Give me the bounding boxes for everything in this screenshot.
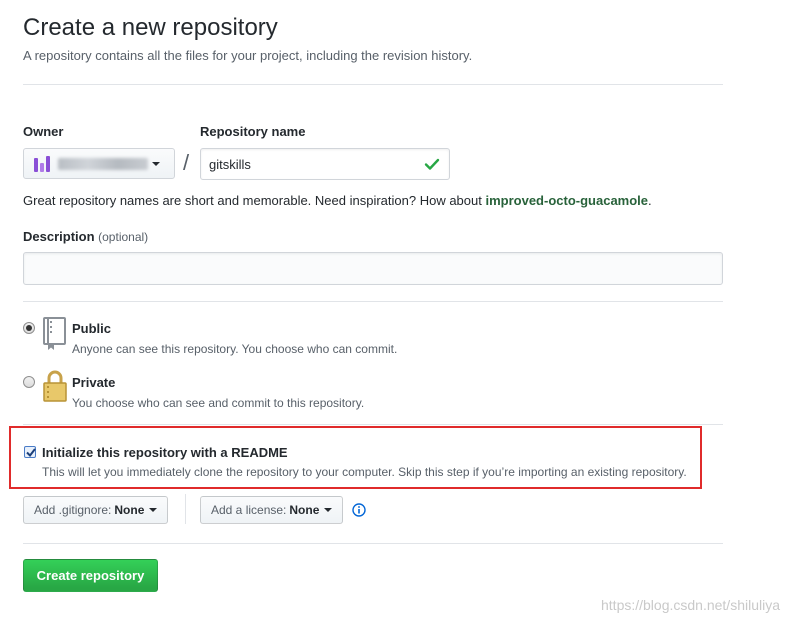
license-prefix: Add a license: [211, 503, 287, 517]
chevron-down-icon [149, 508, 158, 512]
create-repository-button[interactable]: Create repository [23, 559, 158, 592]
vertical-divider [185, 494, 186, 524]
owner-repo-separator: / [183, 150, 190, 175]
private-radio[interactable] [23, 376, 35, 388]
repo-name-value: gitskills [209, 156, 251, 172]
readme-desc: This will let you immediately clone the … [42, 465, 687, 479]
public-desc: Anyone can see this repository. You choo… [72, 342, 398, 356]
private-desc: You choose who can see and commit to thi… [72, 396, 365, 410]
description-label: Description (optional) [23, 229, 148, 244]
page-subtitle: A repository contains all the files for … [23, 48, 473, 63]
gitignore-select[interactable]: Add .gitignore: None [23, 496, 169, 524]
divider [23, 301, 723, 302]
readme-checkbox[interactable] [24, 446, 36, 458]
page-title: Create a new repository [23, 14, 278, 41]
license-select[interactable]: Add a license: None [200, 496, 344, 524]
checkmark-icon [26, 448, 36, 458]
lock-icon [43, 370, 67, 402]
owner-label: Owner [23, 124, 64, 139]
new-repository-page: Create a new repository A repository con… [0, 0, 790, 621]
gitignore-value: None [114, 503, 145, 517]
public-title: Public [72, 321, 112, 336]
org-avatar-icon [34, 155, 52, 172]
description-input[interactable] [23, 252, 723, 285]
private-title: Private [72, 375, 116, 390]
owner-select[interactable] [23, 148, 175, 179]
hint-end: . [648, 193, 652, 208]
divider [23, 84, 723, 85]
hint-text: Great repository names are short and mem… [23, 193, 482, 208]
repo-name-hint: Great repository names are short and mem… [23, 193, 652, 208]
divider [23, 543, 723, 544]
repo-name-label: Repository name [200, 124, 306, 139]
name-suggestion-link[interactable]: improved-octo-guacamole [485, 193, 648, 208]
license-value: None [289, 503, 320, 517]
check-icon [424, 158, 440, 170]
watermark: https://blog.csdn.net/shiluliya [601, 597, 780, 613]
chevron-down-icon [324, 508, 333, 512]
divider [23, 424, 723, 425]
repo-book-icon [43, 317, 66, 350]
public-radio[interactable] [23, 322, 35, 334]
info-icon[interactable] [352, 503, 366, 517]
optional-tag: (optional) [98, 230, 149, 244]
readme-title: Initialize this repository with a README [42, 445, 288, 460]
repo-name-input[interactable]: gitskills [200, 148, 450, 180]
chevron-down-icon [152, 161, 160, 166]
gitignore-prefix: Add .gitignore: [34, 503, 112, 517]
owner-name-redacted [58, 157, 148, 170]
description-label-text: Description [23, 229, 95, 244]
